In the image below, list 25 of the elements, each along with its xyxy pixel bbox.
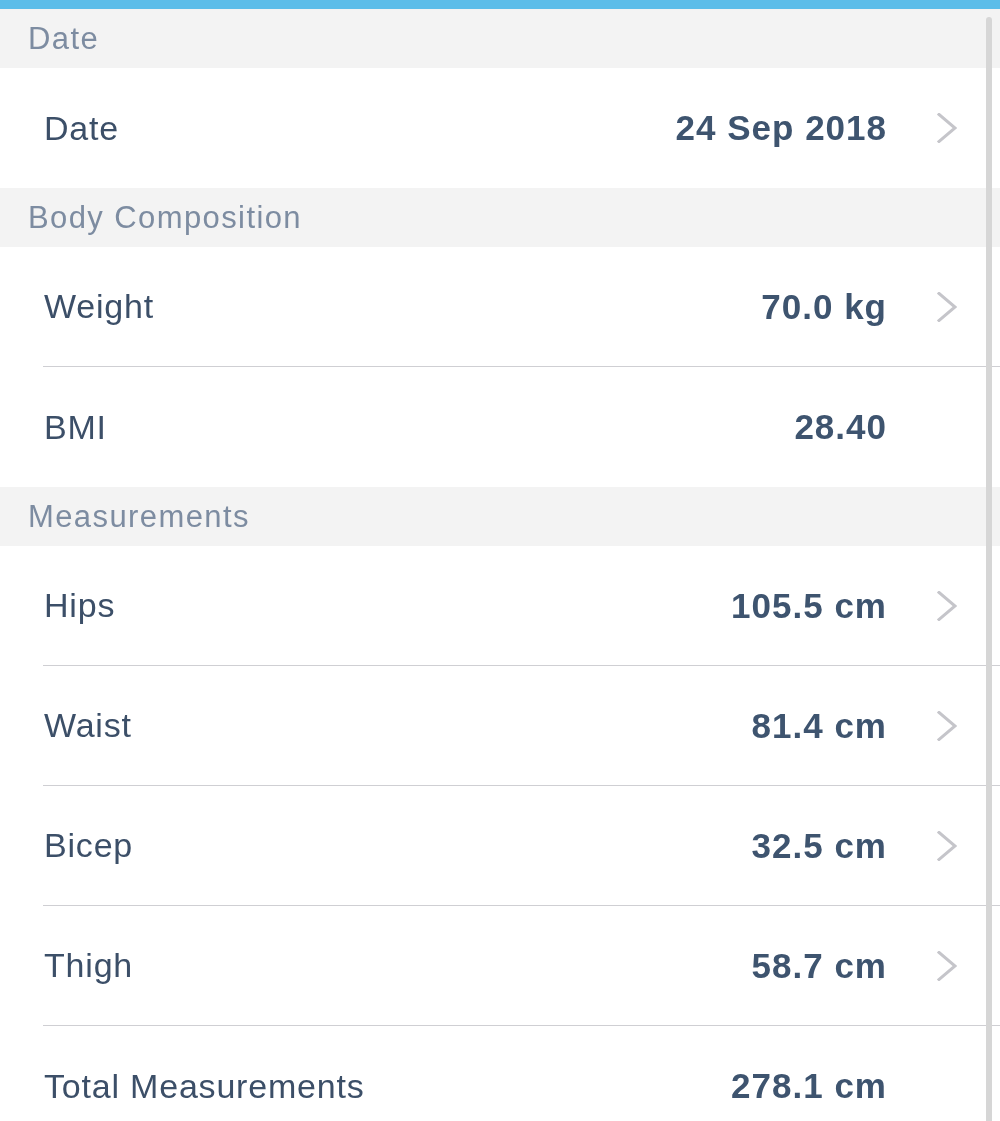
row-label: Weight: [44, 287, 154, 326]
chevron-right-icon[interactable]: [937, 590, 957, 621]
row-value: 105.5 cm: [731, 585, 887, 626]
chevron-right-icon[interactable]: [937, 950, 957, 981]
row-value: 81.4 cm: [751, 705, 887, 746]
row-label: Total Measurements: [44, 1066, 365, 1106]
row-value: 58.7 cm: [751, 945, 887, 986]
chevron-right-icon[interactable]: [937, 710, 957, 741]
row-label: Bicep: [44, 826, 134, 865]
chevron-right-icon[interactable]: [937, 113, 957, 143]
row-label: Waist: [44, 706, 132, 745]
section-header: Date: [0, 9, 1000, 68]
row-value: 24 Sep 2018: [675, 108, 887, 148]
section-header: Body Composition: [0, 188, 1000, 247]
row-label: Date: [44, 108, 120, 148]
row-label: BMI: [44, 407, 107, 447]
row-value: 278.1 cm: [731, 1066, 887, 1106]
chevron-right-icon[interactable]: [937, 830, 957, 861]
row-value: 32.5 cm: [751, 825, 887, 866]
row-label: Thigh: [44, 946, 134, 985]
row-value: 70.0 kg: [761, 286, 887, 327]
row-value: 28.40: [794, 407, 887, 447]
section-header: Measurements: [0, 487, 1000, 546]
row-label: Hips: [44, 586, 116, 625]
chevron-right-icon[interactable]: [937, 291, 957, 322]
